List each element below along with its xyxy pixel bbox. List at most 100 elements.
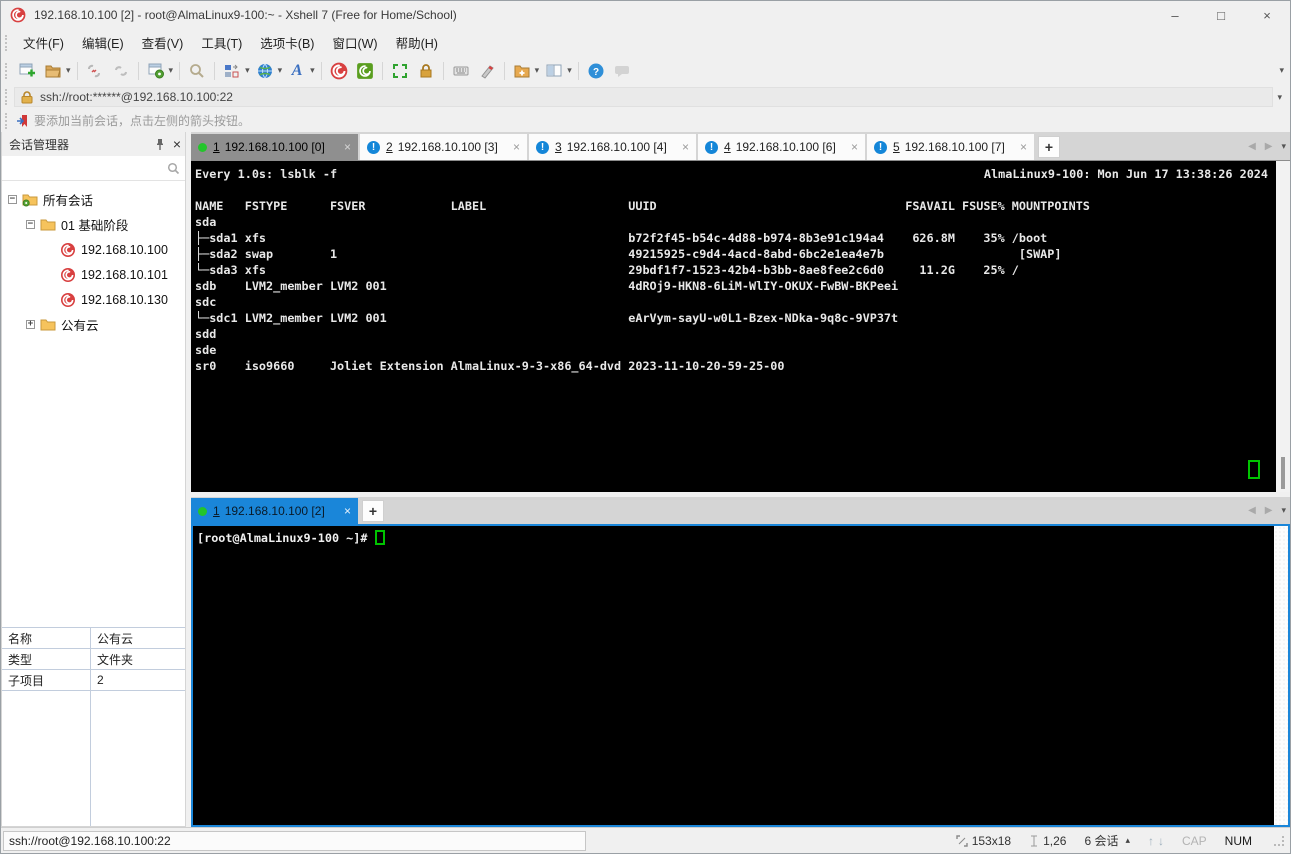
tree-label[interactable]: 192.168.10.100 [81,243,168,257]
terminal-pane-2[interactable]: [root@AlmaLinux9-100 ~]# [191,524,1290,827]
status-bar: ssh://root@192.168.10.100:22 153x18 1,26… [1,827,1290,853]
disconnect-icon[interactable] [83,59,107,82]
close-panel-icon[interactable]: × [173,137,181,151]
session-properties-dropdown[interactable]: ▾ [169,65,174,76]
xshell-icon[interactable] [327,59,351,82]
menu-edit[interactable]: 编辑(E) [73,29,133,56]
tab-list-dropdown[interactable]: ▾ [1281,141,1286,152]
new-session-folder-dropdown[interactable]: ▾ [535,65,540,76]
pane2-scrollbar[interactable] [1274,526,1288,825]
collapse-icon[interactable]: − [26,220,35,229]
menu-file[interactable]: 文件(F) [14,29,73,56]
menu-help[interactable]: 帮助(H) [387,29,447,56]
help-icon[interactable]: ? [584,59,608,82]
font-icon[interactable]: A [285,59,309,82]
messages-icon[interactable] [610,59,634,82]
font-dropdown[interactable]: ▾ [310,65,315,76]
tab-close-icon[interactable]: × [1020,140,1027,154]
open-session-icon[interactable] [41,59,65,82]
xftp-icon[interactable] [353,59,377,82]
terminal-pane-1[interactable]: Every 1.0s: lsblk -f AlmaLinux9-100: Mon… [191,161,1290,492]
next-session-arrow-icon[interactable]: ↓ [1158,834,1164,848]
tree-item-all-sessions[interactable]: − 所有会话 [2,187,185,212]
new-tab-button[interactable]: + [1038,136,1060,158]
tree-item-session-100[interactable]: 192.168.10.100 [2,237,185,262]
tab-session-3[interactable]: ! 2 192.168.10.100 [3] × [360,134,527,160]
find-icon[interactable] [185,59,209,82]
minimize-button[interactable]: – [1152,1,1198,29]
tree-label[interactable]: 公有云 [61,315,99,334]
tab-close-icon[interactable]: × [851,140,858,154]
property-value: 2 [97,673,104,687]
tab-close-icon[interactable]: × [513,140,520,154]
encoding-globe-icon[interactable] [253,59,277,82]
tree-label[interactable]: 01 基础阶段 [61,215,128,234]
scrollbar-thumb[interactable] [1281,457,1285,489]
toolbar-separator [320,61,322,80]
reconnect-icon[interactable] [109,59,133,82]
tab-close-icon[interactable]: × [344,140,351,154]
collapse-icon[interactable]: − [8,195,17,204]
prev-session-arrow-icon[interactable]: ↑ [1148,834,1154,848]
tab-list-dropdown[interactable]: ▾ [1281,505,1286,516]
pane1-scrollbar[interactable] [1276,161,1290,492]
new-session-icon[interactable] [15,59,39,82]
tree-item-folder-cloud[interactable]: + 公有云 [2,312,185,337]
menu-tab[interactable]: 选项卡(B) [251,29,323,56]
tree-item-folder-basic[interactable]: − 01 基础阶段 [2,212,185,237]
toolbar-grip[interactable] [5,62,10,79]
tab-close-icon[interactable]: × [682,140,689,154]
new-session-folder-icon[interactable] [510,59,534,82]
shell-prompt: [root@AlmaLinux9-100 ~]# [197,531,375,545]
toolbar-grip[interactable] [5,89,10,105]
tree-item-session-101[interactable]: 192.168.10.101 [2,262,185,287]
lock-icon[interactable] [414,59,438,82]
split-window-icon[interactable] [542,59,566,82]
tab-session-2[interactable]: 1 192.168.10.100 [2] × [191,498,358,524]
arrange-layout-dropdown[interactable]: ▾ [245,65,250,76]
highlighter-icon[interactable] [475,59,499,82]
session-count-dropdown[interactable]: 6 会话 ▴ [1084,832,1130,849]
new-tab-button[interactable]: + [362,500,384,522]
tab-session-4[interactable]: ! 3 192.168.10.100 [4] × [529,134,696,160]
tree-label[interactable]: 192.168.10.101 [81,268,168,282]
scroll-tabs-left-icon[interactable]: ◀ [1248,141,1256,152]
address-field[interactable]: ssh://root:******@192.168.10.100:22 [14,87,1274,107]
tree-item-session-130[interactable]: 192.168.10.130 [2,287,185,312]
scroll-tabs-right-icon[interactable]: ▶ [1265,505,1273,516]
property-row: 名称 公有云 [2,628,185,649]
toolbar-grip[interactable] [5,112,10,129]
toolbar-grip[interactable] [5,34,10,51]
tree-label[interactable]: 192.168.10.130 [81,293,168,307]
encoding-dropdown[interactable]: ▾ [278,65,283,76]
menu-window[interactable]: 窗口(W) [323,29,386,56]
address-history-dropdown[interactable]: ▾ [1277,92,1282,103]
scroll-tabs-right-icon[interactable]: ▶ [1265,141,1273,152]
arrange-layout-icon[interactable] [220,59,244,82]
session-properties-icon[interactable] [144,59,168,82]
split-window-dropdown[interactable]: ▾ [567,65,572,76]
close-button[interactable]: × [1244,1,1290,29]
pin-panel-icon[interactable] [155,138,165,151]
toolbar-overflow-dropdown[interactable]: ▾ [1279,65,1284,76]
tree-label[interactable]: 所有会话 [43,190,93,209]
fullscreen-icon[interactable] [388,59,412,82]
add-session-arrow-icon[interactable] [16,114,30,128]
menu-view[interactable]: 查看(V) [133,29,193,56]
menu-tools[interactable]: 工具(T) [192,29,251,56]
tab-close-icon[interactable]: × [344,504,351,518]
folder-icon [40,217,56,233]
toolbar-separator [442,61,444,80]
resize-grip[interactable] [1274,835,1284,846]
virtual-keyboard-icon[interactable] [449,59,473,82]
open-session-dropdown[interactable]: ▾ [66,65,71,76]
maximize-button[interactable]: □ [1198,1,1244,29]
session-search-input[interactable] [7,159,167,177]
tab-session-7[interactable]: ! 5 192.168.10.100 [7] × [867,134,1034,160]
tab-session-6[interactable]: ! 4 192.168.10.100 [6] × [698,134,865,160]
search-icon[interactable] [167,162,180,175]
expand-icon[interactable]: + [26,320,35,329]
tab-session-0[interactable]: 1 192.168.10.100 [0] × [191,134,358,160]
connection-url[interactable]: ssh://root:******@192.168.10.100:22 [40,90,233,104]
scroll-tabs-left-icon[interactable]: ◀ [1248,505,1256,516]
